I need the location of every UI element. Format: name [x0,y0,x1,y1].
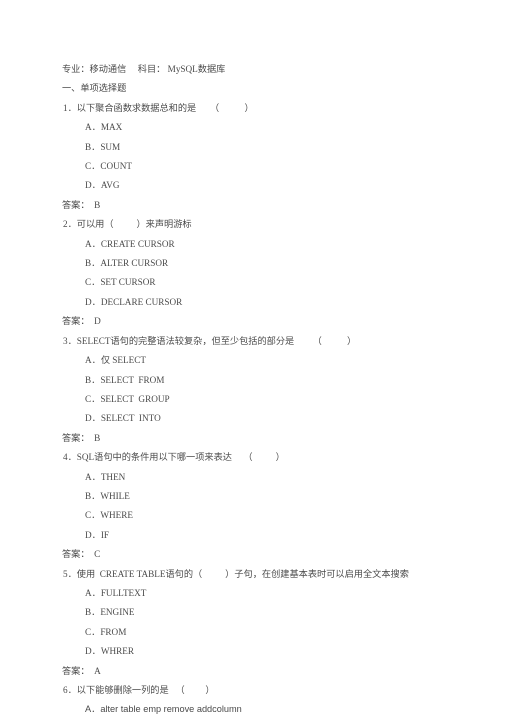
question-item: 6．以下能够删除一列的是 （ ） A．alter table emp remov… [62,681,482,714]
question-item: 3．SELECT语句的完整语法较复杂，但至少包括的部分是 （ ） A．仅 SEL… [62,332,482,448]
question-item: 1．以下聚合函数求数据总和的是 （ ） A．MAX B．SUM C．COUNT … [62,99,482,215]
question-stem: 1．以下聚合函数求数据总和的是 （ ） [63,102,254,113]
section-title-single-choice: 一、单项选择题 [62,83,127,94]
question-answer: 答案： A [62,665,101,676]
question-option: A．FULLTEXT [85,587,147,598]
question-option: A．MAX [85,122,123,133]
question-item: 4．SQL语句中的条件用以下哪一项来表达 （ ） A．THEN B．WHILE … [62,448,482,564]
question-item: 5．使用 CREATE TABLE语句的（ ）子句，在创建基本表时可以启用全文本… [62,565,482,681]
question-option: D．AVG [85,180,120,191]
question-option: B．ENGINE [85,607,135,618]
question-stem: 2．可以用（ ）来声明游标 [63,219,192,230]
question-option: C．SET CURSOR [85,277,156,288]
document-page: 专业：移动通信 科目： MySQL数据库 一、单项选择题 1．以下聚合函数求数据… [0,0,505,714]
question-answer: 答案： B [62,199,101,210]
question-option: D．DECLARE CURSOR [85,296,183,307]
question-stem: 3．SELECT语句的完整语法较复杂，但至少包括的部分是 （ ） [63,335,357,346]
question-option: A．仅 SELECT [85,355,146,366]
question-option: D．SELECT INTO [85,413,161,424]
question-option: B．ALTER CURSOR [85,258,169,269]
question-option: D．WHRER [85,646,134,657]
question-option: A．alter table emp remove addcolumn [85,704,242,714]
question-stem: 6．以下能够删除一列的是 （ ） [63,685,215,695]
question-answer: 答案： D [62,316,101,327]
exam-header: 专业：移动通信 科目： MySQL数据库 [62,64,226,74]
question-option: D．IF [85,529,109,540]
question-option: C．FROM [85,626,127,637]
question-item: 2．可以用（ ）来声明游标 A．CREATE CURSOR B．ALTER CU… [62,215,482,331]
question-option: C．WHERE [85,510,133,521]
question-option: C．COUNT [85,161,132,172]
question-answer: 答案： B [62,432,101,443]
question-stem: 4．SQL语句中的条件用以下哪一项来表达 （ ） [63,452,285,463]
question-option: C．SELECT GROUP [85,393,170,404]
question-stem: 5．使用 CREATE TABLE语句的（ ）子句，在创建基本表时可以启用全文本… [63,568,409,579]
question-option: A．CREATE CURSOR [85,238,175,249]
question-option: B．WHILE [85,490,130,501]
question-option: A．THEN [85,471,126,482]
question-option: B．SELECT FROM [85,374,165,385]
question-option: B．SUM [85,141,121,152]
question-answer: 答案： C [62,549,101,560]
document-body: 专业：移动通信 科目： MySQL数据库 一、单项选择题 1．以下聚合函数求数据… [62,60,482,714]
